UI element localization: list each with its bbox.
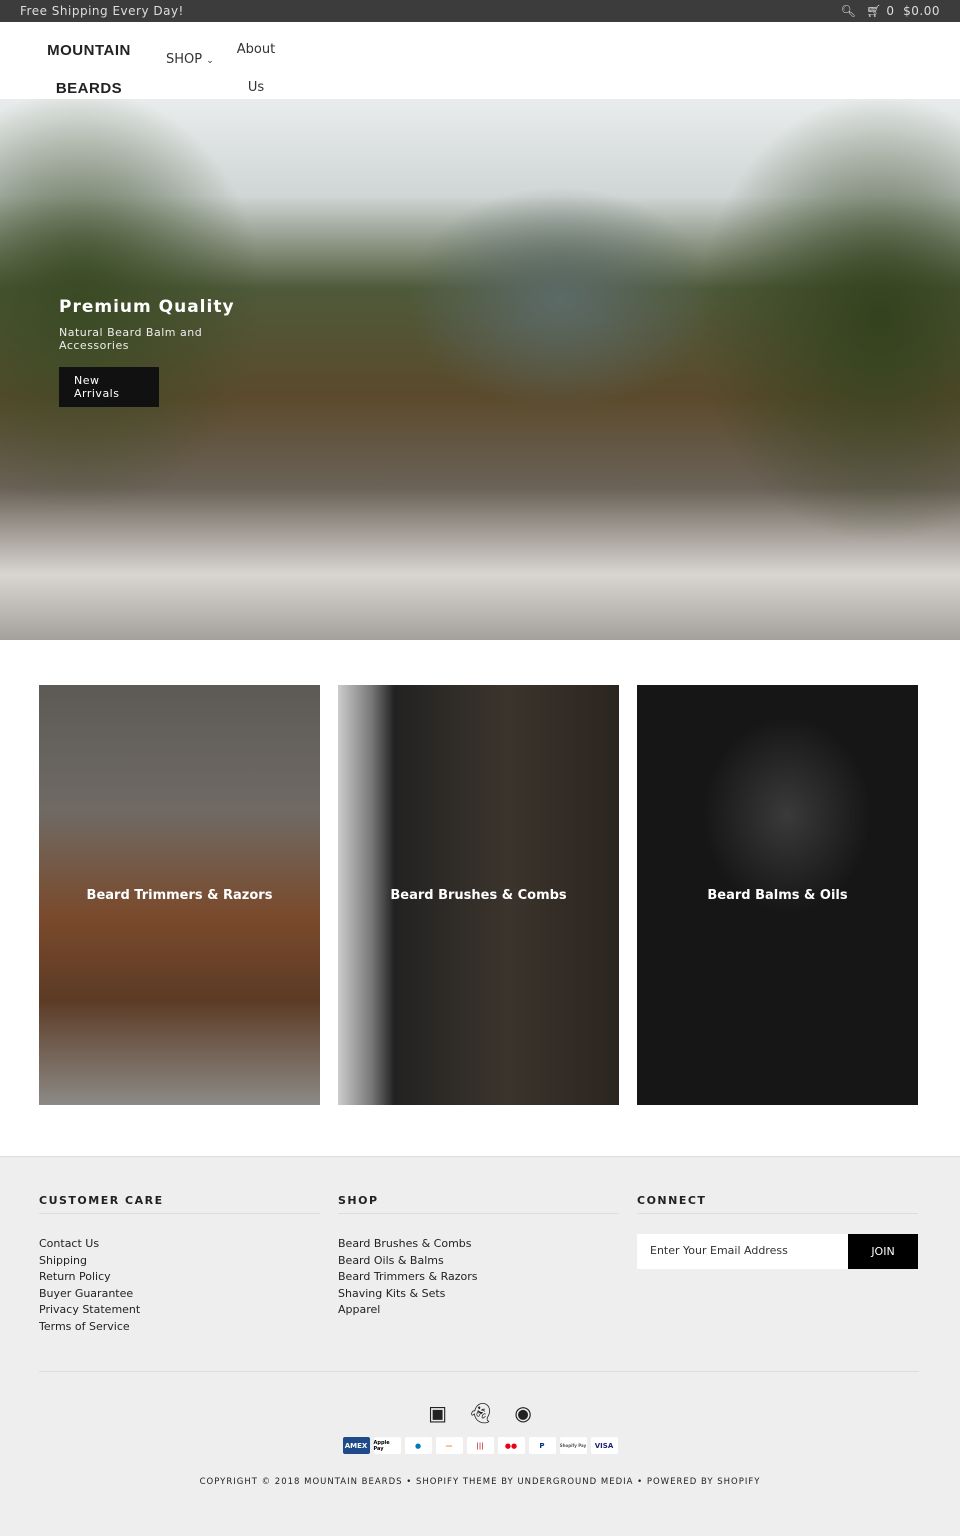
footer-link[interactable]: Shaving Kits & Sets bbox=[338, 1286, 619, 1303]
footer-link[interactable]: Beard Trimmers & Razors bbox=[338, 1269, 619, 1286]
snapchat-icon[interactable]: 👻︎ bbox=[468, 1401, 493, 1425]
social-links: ▣ 👻︎ ◉ bbox=[0, 1401, 960, 1425]
cart-total: $0.00 bbox=[903, 4, 940, 18]
column-title: CUSTOMER CARE bbox=[39, 1194, 320, 1214]
logo-line1: MOUNTAIN bbox=[47, 42, 131, 59]
cart-icon: 🛒︎ bbox=[866, 4, 883, 18]
collection-label: Beard Balms & Oils bbox=[707, 887, 848, 903]
footer-link[interactable]: Apparel bbox=[338, 1302, 619, 1319]
collection-label: Beard Brushes & Combs bbox=[390, 887, 567, 903]
collection-card[interactable]: Beard Balms & Oils bbox=[637, 685, 918, 1105]
apple-pay-icon: Apple Pay bbox=[373, 1437, 401, 1454]
hero-banner: Premium Quality Natural Beard Balm and A… bbox=[0, 99, 960, 640]
nav-about[interactable]: About Us bbox=[229, 31, 283, 107]
footer-link[interactable]: Terms of Service bbox=[39, 1319, 320, 1336]
customer-care-column: CUSTOMER CARE Contact Us Shipping Return… bbox=[39, 1194, 320, 1335]
column-title: CONNECT bbox=[637, 1194, 918, 1214]
amex-icon: AMEX bbox=[342, 1437, 370, 1454]
footer-link[interactable]: Privacy Statement bbox=[39, 1302, 320, 1319]
nav-shop-label: SHOP bbox=[166, 52, 203, 67]
shop-column: SHOP Beard Brushes & Combs Beard Oils & … bbox=[338, 1194, 619, 1319]
nav-about-line1: About bbox=[236, 42, 276, 57]
hero-subtitle: Natural Beard Balm and Accessories bbox=[59, 326, 203, 352]
paypal-icon: P bbox=[528, 1437, 556, 1454]
collection-label: Beard Trimmers & Razors bbox=[86, 887, 273, 903]
footer-link[interactable]: Return Policy bbox=[39, 1269, 320, 1286]
footer-link[interactable]: Buyer Guarantee bbox=[39, 1286, 320, 1303]
hero-title: Premium Quality bbox=[59, 297, 235, 317]
discover-icon: — bbox=[435, 1437, 463, 1454]
weibo-icon[interactable]: ◉ bbox=[514, 1401, 531, 1425]
footer: CUSTOMER CARE Contact Us Shipping Return… bbox=[0, 1156, 960, 1536]
cart-count: 0 bbox=[886, 4, 895, 18]
footer-link[interactable]: Beard Oils & Balms bbox=[338, 1253, 619, 1270]
column-title: SHOP bbox=[338, 1194, 619, 1214]
announcement-bar: Free Shipping Every Day! 🔍︎ 🛒︎ 0 $0.00 bbox=[0, 0, 960, 22]
collection-card[interactable]: Beard Trimmers & Razors bbox=[39, 685, 320, 1105]
footer-link[interactable]: Beard Brushes & Combs bbox=[338, 1236, 619, 1253]
footer-link[interactable]: Contact Us bbox=[39, 1236, 320, 1253]
connect-column: CONNECT Enter Your Email Address JOIN bbox=[637, 1194, 918, 1269]
chevron-down-icon: ⌄ bbox=[206, 56, 214, 66]
payment-icons: AMEX Apple Pay ● — ||| ●● P Shopify Pay … bbox=[0, 1437, 960, 1454]
email-input[interactable]: Enter Your Email Address bbox=[637, 1234, 848, 1269]
cart-link[interactable]: 🛒︎ 0 $0.00 bbox=[866, 4, 940, 18]
search-icon[interactable]: 🔍︎ bbox=[841, 4, 857, 18]
diners-icon: ● bbox=[404, 1437, 432, 1454]
shopify-pay-icon: Shopify Pay bbox=[559, 1437, 587, 1454]
footer-link[interactable]: Shipping bbox=[39, 1253, 320, 1270]
mastercard-icon: ●● bbox=[497, 1437, 525, 1454]
copyright: COPYRIGHT © 2018 MOUNTAIN BEARDS • SHOPI… bbox=[199, 1477, 761, 1487]
visa-icon: VISA bbox=[590, 1437, 618, 1454]
jcb-icon: ||| bbox=[466, 1437, 494, 1454]
divider bbox=[39, 1371, 919, 1372]
instagram-icon[interactable]: ▣ bbox=[428, 1401, 447, 1425]
join-button[interactable]: JOIN bbox=[848, 1234, 918, 1269]
collection-card[interactable]: Beard Brushes & Combs bbox=[338, 685, 619, 1105]
logo[interactable]: MOUNTAIN BEARDS bbox=[43, 32, 135, 108]
site-header: MOUNTAIN BEARDS SHOP ⌄ About Us bbox=[0, 22, 960, 99]
new-arrivals-button[interactable]: New Arrivals bbox=[59, 367, 159, 407]
nav-shop[interactable]: SHOP ⌄ bbox=[166, 52, 214, 67]
announcement-text: Free Shipping Every Day! bbox=[20, 4, 184, 18]
